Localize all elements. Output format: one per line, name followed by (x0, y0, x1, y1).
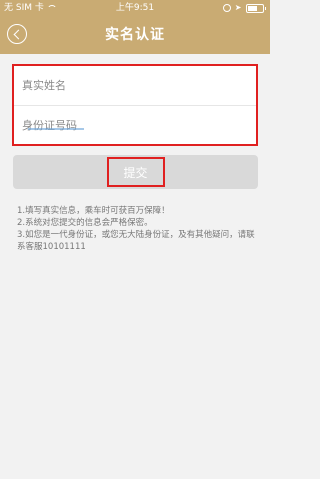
note-item: 3.如您是一代身份证，或您无大陆身份证，及有其他疑问，请联系客服10101111 (17, 230, 255, 252)
status-right: ➤ (222, 0, 266, 16)
location-icon: ➤ (234, 3, 242, 12)
id-number-field[interactable]: 身份证号码 (14, 106, 256, 145)
id-number-placeholder: 身份证号码 (22, 119, 77, 132)
battery-tip (264, 6, 266, 10)
submit-label: 提交 (106, 157, 165, 187)
note-item: 2.系统对您提交的信息会严格保密。 (17, 218, 153, 228)
submit-button[interactable]: 提交 (13, 155, 258, 189)
nav-bar: 实名认证 (0, 16, 270, 54)
battery-icon (245, 3, 264, 13)
rotation-lock-icon (222, 4, 231, 12)
page-title: 实名认证 (105, 27, 165, 43)
name-field[interactable]: 真实姓名 (14, 66, 256, 106)
status-bar: 无 SIM 卡 上午9:51 ➤ (0, 0, 270, 16)
identity-form: 真实姓名 身份证号码 (12, 64, 258, 146)
notes: 1.填写真实信息，乘车时可获百万保障！ 2.系统对您提交的信息会严格保密。 3.… (17, 205, 257, 253)
input-scribble (28, 128, 84, 130)
note-item: 1.填写真实信息，乘车时可获百万保障！ (17, 206, 170, 216)
